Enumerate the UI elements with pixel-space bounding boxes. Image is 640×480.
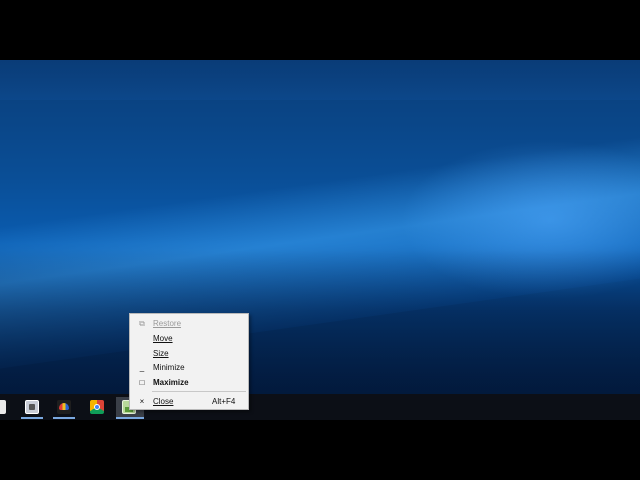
wallpaper-shade [0,250,640,394]
taskbar [0,394,640,420]
desktop-wallpaper [0,60,640,394]
close-icon: × [139,397,145,406]
menu-item-size[interactable]: Size [131,347,247,361]
wallpaper-beam-top [0,60,640,100]
menu-item-maximize[interactable]: □ Maximize [131,376,247,390]
menu-item-restore[interactable]: ⧉ Restore [131,317,247,331]
taskbar-chrome-button[interactable] [86,397,108,417]
menu-item-label: Maximize [153,378,189,387]
running-indicator [116,417,144,419]
camera-icon [25,400,39,414]
restore-icon: ⧉ [139,319,145,328]
letterbox-bottom [0,420,640,480]
taskbar-camera-button[interactable] [21,397,43,419]
running-indicator [21,417,43,419]
chrome-icon [90,400,104,414]
menu-item-close[interactable]: × Close Alt+F4 [131,395,247,409]
menu-item-label: Minimize [153,363,185,372]
menu-item-shortcut: Alt+F4 [212,397,236,406]
window-system-menu: ⧉ Restore Move Size _ Minimize □ Maximiz… [129,313,249,410]
people-icon [57,400,71,414]
running-indicator [53,417,75,419]
menu-item-label: Size [153,349,169,358]
menu-item-label: Close [153,397,174,406]
menu-item-label: Move [153,334,173,343]
minimize-icon: _ [139,363,145,372]
menu-separator [152,391,246,392]
taskbar-people-button[interactable] [53,397,75,419]
edge-icon [0,400,6,414]
menu-item-minimize[interactable]: _ Minimize [131,361,247,375]
taskbar-edge-button[interactable] [0,397,22,417]
letterbox-top [0,0,640,60]
maximize-icon: □ [139,378,145,387]
menu-item-move[interactable]: Move [131,332,247,346]
menu-item-label: Restore [153,319,182,328]
